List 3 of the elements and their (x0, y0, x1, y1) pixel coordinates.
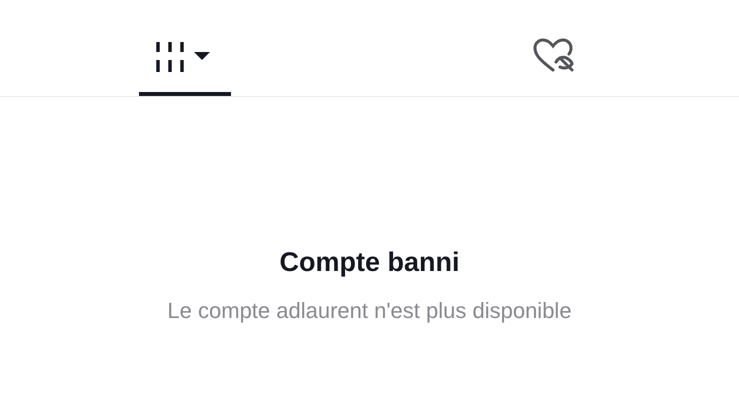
banned-title: Compte banni (280, 247, 460, 278)
unavailable-message: Le compte adlaurent n'est plus disponible (167, 298, 572, 324)
heart-hidden-icon (532, 38, 576, 74)
